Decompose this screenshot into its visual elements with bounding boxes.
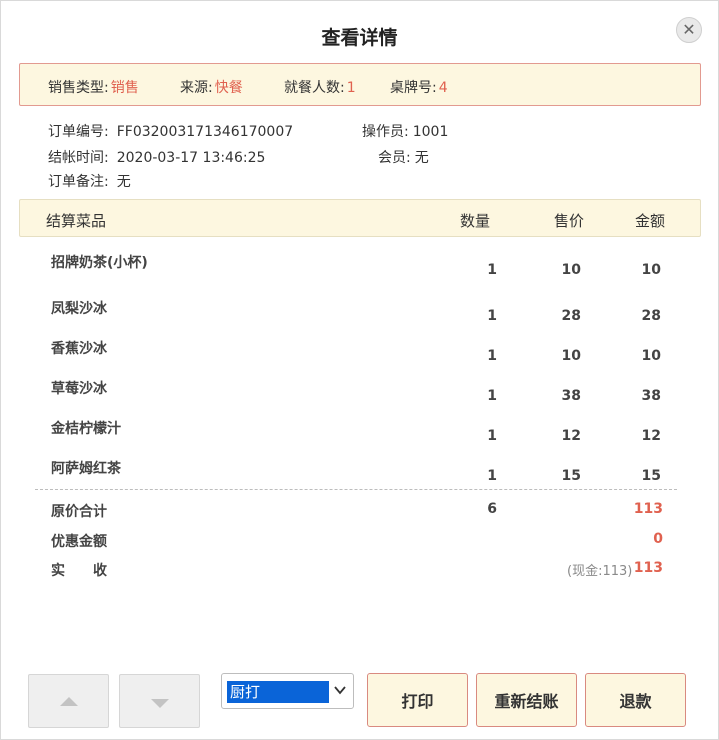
dish-amount: 12 [641, 428, 661, 444]
dish-amount: 15 [641, 468, 661, 484]
dish-amount: 10 [641, 262, 661, 278]
print-mode-select[interactable]: 厨打 [221, 673, 354, 709]
source-value: 快餐 [214, 80, 243, 96]
order-remark: 订单备注: 无 [48, 171, 131, 191]
dish-qty: 1 [487, 428, 497, 444]
table-row: 招牌奶茶(小杯) 1 10 10 [1, 252, 719, 282]
summary-divider [35, 489, 677, 490]
refund-button[interactable]: 退款 [585, 673, 686, 727]
dish-price: 28 [561, 308, 581, 324]
original-total-label: 原价合计 [51, 504, 107, 520]
column-qty: 数量 [460, 212, 491, 230]
close-icon: ✕ [682, 20, 696, 39]
order-detail-dialog: 查看详情 ✕ 销售类型: 销售 来源: 快餐 就餐人数: 1 桌牌号: 4 订单编号: F… [0, 0, 719, 740]
checkout-time-value: 2020-03-17 13:46:25 [116, 150, 266, 166]
dish-name: 招牌奶茶(小杯) [51, 255, 148, 271]
chevron-down-icon [334, 686, 346, 695]
order-remark-label: 订单备注: [48, 174, 109, 190]
source-label: 来源: [180, 80, 213, 96]
dish-name: 阿萨姆红茶 [51, 461, 121, 477]
table-number: 桌牌号: 4 [390, 77, 448, 97]
print-mode-selected: 厨打 [227, 681, 329, 703]
operator: 操作员: 1001 [362, 121, 448, 141]
source: 来源: 快餐 [180, 77, 243, 97]
order-info-banner: 销售类型: 销售 来源: 快餐 就餐人数: 1 桌牌号: 4 [19, 63, 701, 106]
discount-amount: 0 [653, 531, 663, 547]
dish-name: 金桔柠檬汁 [51, 421, 121, 437]
close-button[interactable]: ✕ [676, 17, 702, 43]
items-table-header: 结算菜品 数量 售价 金额 [19, 199, 701, 237]
diners: 就餐人数: 1 [284, 77, 356, 97]
diners-value: 1 [346, 80, 356, 96]
order-number-value: FF032003171346170007 [116, 124, 294, 140]
order-remark-value: 无 [116, 174, 131, 190]
diners-label: 就餐人数: [284, 80, 345, 96]
sale-type-label: 销售类型: [48, 80, 109, 96]
print-button[interactable]: 打印 [367, 673, 468, 727]
arrow-up-icon [60, 697, 78, 706]
dish-price: 15 [561, 468, 581, 484]
dish-qty: 1 [487, 468, 497, 484]
table-row: 香蕉沙冰 1 10 10 [1, 338, 719, 368]
dish-name: 凤梨沙冰 [51, 301, 107, 317]
dish-name: 香蕉沙冰 [51, 341, 107, 357]
original-total-amount: 113 [633, 501, 663, 517]
column-dish: 结算菜品 [46, 212, 107, 230]
member: 会员: 无 [378, 147, 429, 167]
sale-type-value: 销售 [110, 80, 139, 96]
table-number-value: 4 [438, 80, 448, 96]
member-value: 无 [414, 150, 429, 166]
table-number-label: 桌牌号: [390, 80, 437, 96]
table-row: 阿萨姆红茶 1 15 15 [1, 458, 719, 488]
operator-label: 操作员: [362, 124, 409, 140]
dish-amount: 38 [641, 388, 661, 404]
received-amount: 113 [633, 560, 663, 576]
sale-type: 销售类型: 销售 [48, 77, 139, 97]
received-label: 实 收 [51, 563, 107, 579]
table-row: 凤梨沙冰 1 28 28 [1, 298, 719, 328]
dish-price: 38 [561, 388, 581, 404]
dish-amount: 10 [641, 348, 661, 364]
dialog-title: 查看详情 [321, 27, 398, 49]
checkout-time: 结帐时间: 2020-03-17 13:46:25 [48, 147, 265, 167]
column-price: 售价 [554, 212, 585, 230]
table-row: 草莓沙冰 1 38 38 [1, 378, 719, 408]
recheckout-button[interactable]: 重新结账 [476, 673, 577, 727]
member-label: 会员: [378, 150, 411, 166]
original-total-qty: 6 [487, 501, 497, 517]
previous-order-button[interactable] [28, 674, 109, 728]
dish-price: 10 [561, 348, 581, 364]
dish-price: 12 [561, 428, 581, 444]
table-row: 金桔柠檬汁 1 12 12 [1, 418, 719, 448]
column-amount: 金额 [635, 212, 666, 230]
order-number-label: 订单编号: [48, 124, 109, 140]
operator-value: 1001 [412, 124, 449, 140]
discount-label: 优惠金额 [51, 534, 107, 550]
arrow-down-icon [151, 699, 169, 708]
dish-price: 10 [561, 262, 581, 278]
next-order-button[interactable] [119, 674, 200, 728]
dish-qty: 1 [487, 388, 497, 404]
dish-qty: 1 [487, 262, 497, 278]
dish-qty: 1 [487, 308, 497, 324]
checkout-time-label: 结帐时间: [48, 150, 109, 166]
order-number: 订单编号: FF032003171346170007 [48, 121, 293, 141]
dish-name: 草莓沙冰 [51, 381, 107, 397]
dish-qty: 1 [487, 348, 497, 364]
dish-amount: 28 [641, 308, 661, 324]
